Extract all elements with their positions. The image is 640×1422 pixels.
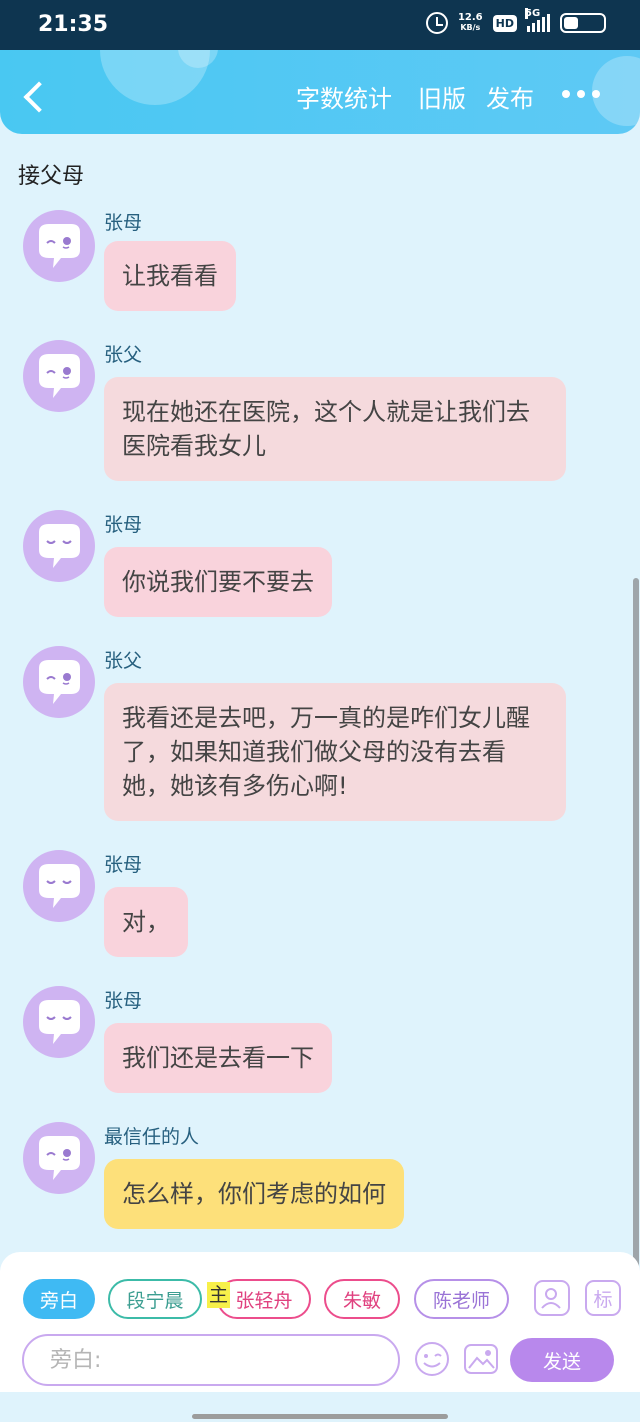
back-button[interactable] — [20, 78, 50, 114]
avatar[interactable] — [23, 850, 95, 922]
word-count-button[interactable]: 字数统计 — [296, 84, 392, 114]
message-input[interactable] — [22, 1334, 400, 1386]
chat-title: 接父母 — [18, 164, 85, 189]
top-header: 字数统计 旧版 发布 — [0, 50, 640, 134]
status-icons: 12.6 KB/s HD 5G — [425, 8, 606, 34]
speaker-name: 张父 — [104, 650, 143, 672]
message-bubble[interactable]: 你说我们要不要去 — [104, 547, 332, 617]
avatar[interactable] — [23, 646, 95, 718]
speaker-name: 最信任的人 — [104, 1126, 200, 1148]
role-chip-narrator[interactable]: 旁白 — [23, 1279, 95, 1319]
avatar[interactable] — [23, 340, 95, 412]
message-bubble[interactable]: 我看还是去吧，万一真的是咋们女儿醒了，如果知道我们做父母的没有去看她，她该有多伤… — [104, 683, 566, 821]
image-icon[interactable] — [462, 1340, 500, 1378]
avatar[interactable] — [23, 986, 95, 1058]
avatar[interactable] — [23, 210, 95, 282]
speaker-name: 张母 — [104, 514, 143, 536]
role-chip-teacher-chen[interactable]: 陈老师 — [414, 1279, 509, 1319]
status-bar: 21:35 12.6 KB/s HD 5G — [0, 0, 640, 50]
role-chip-duan-ningchen[interactable]: 段宁晨 — [108, 1279, 202, 1319]
signal-icon: 5G — [525, 8, 550, 32]
speaker-name: 张母 — [104, 854, 143, 876]
bottom-input-panel: 旁白 段宁晨 张轻舟 主 朱敏 陈老师 标 发送 — [0, 1252, 640, 1392]
message-bubble[interactable]: 我们还是去看一下 — [104, 1023, 332, 1093]
network-type: 5G — [525, 8, 541, 19]
speaker-name: 张父 — [104, 344, 143, 366]
message-bubble[interactable]: 怎么样，你们考虑的如何 — [104, 1159, 404, 1229]
hd-icon: HD — [492, 14, 517, 32]
tag-icon[interactable]: 标 — [585, 1280, 621, 1316]
gesture-bar[interactable] — [192, 1414, 448, 1419]
old-version-button[interactable]: 旧版 — [418, 84, 466, 114]
avatar[interactable] — [23, 510, 95, 582]
battery-icon — [560, 13, 606, 33]
role-chip-zhang-qingzhou[interactable]: 张轻舟 — [217, 1279, 311, 1319]
role-manage-icon[interactable] — [534, 1280, 570, 1316]
message-bubble[interactable]: 现在她还在医院，这个人就是让我们去医院看我女儿 — [104, 377, 566, 481]
avatar[interactable] — [23, 1122, 95, 1194]
emoji-icon[interactable] — [413, 1340, 451, 1378]
scrollbar[interactable] — [633, 578, 639, 1298]
message-bubble[interactable]: 对， — [104, 887, 188, 957]
send-button[interactable]: 发送 — [510, 1338, 614, 1382]
speaker-name: 张母 — [104, 990, 143, 1012]
network-speed: 12.6 KB/s — [457, 12, 483, 33]
status-time: 21:35 — [38, 12, 109, 37]
message-bubble[interactable]: 让我看看 — [104, 241, 236, 311]
main-role-badge: 主 — [207, 1282, 231, 1308]
speaker-name: 张母 — [104, 212, 143, 234]
publish-button[interactable]: 发布 — [486, 84, 534, 114]
alarm-icon — [425, 12, 448, 34]
role-chip-zhu-min[interactable]: 朱敏 — [324, 1279, 400, 1319]
more-options-button[interactable] — [562, 90, 600, 98]
message-item: 张母 让我看看 — [0, 210, 640, 320]
